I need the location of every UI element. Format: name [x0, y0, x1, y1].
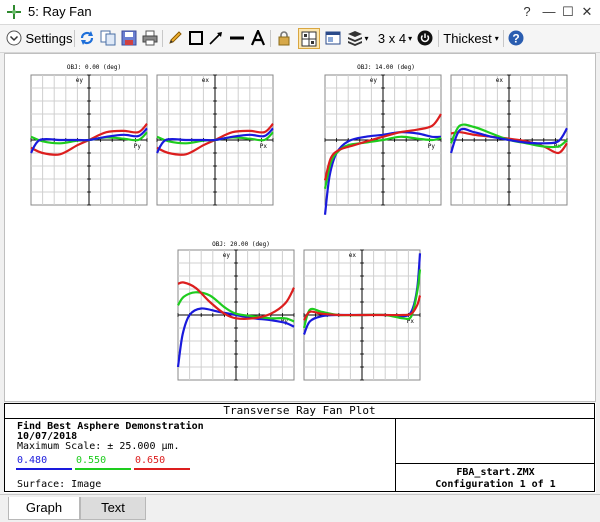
configuration-label: Configuration 1 of 1	[435, 479, 556, 490]
file-name: FBA_start.ZMX	[456, 467, 535, 478]
axis-label-ex: ex	[202, 77, 210, 84]
toolbar-divider	[162, 30, 163, 47]
window-layout-button[interactable]	[324, 28, 342, 48]
window-title: 5: Ray Fan	[28, 4, 92, 19]
wavelength-3-swatch	[134, 468, 190, 470]
dropdown-arrow-icon: ▾	[408, 33, 413, 43]
axis-label-px: Px	[260, 143, 268, 150]
ray-fan-chart-14-tangential: ey Py	[323, 74, 442, 215]
arrow-icon	[209, 32, 222, 45]
power-icon	[417, 30, 433, 46]
copy-icon	[100, 30, 116, 46]
axis-label-py: Py	[134, 143, 142, 150]
field-label-20: OBJ: 20.00 (deg)	[212, 241, 270, 248]
info-table: Transverse Ray Fan Plot Find Best Aspher…	[4, 403, 596, 493]
line-tool-button[interactable]	[228, 28, 246, 48]
print-button[interactable]	[141, 28, 159, 48]
settings-button[interactable]: Settings	[25, 28, 73, 48]
rectangle-icon	[189, 31, 203, 45]
table-divider	[395, 463, 595, 464]
refresh-icon	[80, 31, 94, 45]
tab-graph-label: Graph	[25, 500, 63, 515]
refresh-button[interactable]	[78, 28, 96, 48]
plot-type-heading: Transverse Ray Fan Plot	[4, 403, 595, 419]
help-window-button[interactable]: ?	[519, 4, 535, 20]
surface-label: Surface: Image	[17, 479, 102, 490]
rectangle-tool-button[interactable]	[187, 28, 205, 48]
ray-fan-plots: OBJ: 0.00 (deg) OBJ: 14.00 (deg) OBJ: 20…	[30, 64, 568, 381]
grid-layout-button[interactable]	[298, 28, 320, 49]
help-icon: ?	[508, 30, 524, 46]
layout-label: 3 x 4	[377, 30, 407, 46]
save-icon	[121, 30, 137, 46]
axis-label-ex: ex	[349, 252, 357, 259]
dropdown-arrow-icon: ▾	[494, 33, 499, 43]
view-tabs: Graph Text	[0, 494, 600, 522]
line-icon	[230, 36, 244, 40]
window-layout-icon	[325, 31, 341, 45]
tab-text-label: Text	[101, 500, 125, 515]
copy-button[interactable]	[99, 28, 117, 48]
max-scale: Maximum Scale: ± 25.000 µm.	[17, 441, 180, 452]
arrow-tool-button[interactable]	[207, 28, 225, 48]
grid-layout-icon	[301, 31, 317, 46]
tab-text[interactable]: Text	[80, 497, 146, 520]
pencil-tool-button[interactable]	[166, 28, 184, 48]
pencil-icon	[169, 31, 182, 44]
save-button[interactable]	[120, 28, 138, 48]
dropdown-arrow-icon: ▾	[364, 33, 369, 43]
help-button[interactable]: ?	[507, 28, 525, 48]
axis-label-ey: ey	[370, 77, 378, 84]
wavelength-2-swatch	[75, 468, 131, 470]
lock-button[interactable]	[275, 28, 293, 48]
power-button[interactable]	[416, 28, 434, 48]
printer-icon	[142, 30, 158, 46]
line-thickness-label: Thickest	[443, 30, 492, 46]
axis-label-py: Py	[428, 143, 436, 150]
toolbar-divider	[503, 30, 504, 47]
layout-dropdown[interactable]: 3 x 4 ▾	[374, 28, 416, 48]
maximize-button[interactable]: ☐	[560, 4, 576, 20]
tab-graph[interactable]: Graph	[8, 497, 80, 520]
toolbar: Settings ▾ 3 x 4 ▾ Thickest ▾ ?	[0, 25, 600, 53]
axis-label-ey: ey	[76, 77, 84, 84]
field-label-0: OBJ: 0.00 (deg)	[67, 64, 121, 71]
ray-fan-chart-14-sagittal: exPx	[449, 74, 568, 206]
ray-fan-plot-area: OBJ: 0.00 (deg) OBJ: 14.00 (deg) OBJ: 20…	[4, 53, 596, 402]
collapse-settings-button[interactable]	[5, 28, 23, 48]
ray-fan-chart-0-tangential: ey Py	[30, 74, 148, 206]
app-icon	[7, 5, 21, 19]
line-thickness-dropdown[interactable]: Thickest ▾	[442, 28, 500, 48]
title-bar: 5: Ray Fan ? — ☐ ✕	[0, 0, 600, 25]
axis-label-ex: ex	[496, 77, 504, 84]
minimize-button[interactable]: —	[541, 4, 557, 20]
ray-fan-chart-20-sagittal: exPx	[302, 249, 422, 381]
toolbar-divider	[74, 30, 75, 47]
axis-label-ey: ey	[223, 252, 231, 259]
close-button[interactable]: ✕	[579, 4, 595, 20]
wavelength-1-swatch	[16, 468, 72, 470]
wavelength-3: 0.650	[135, 455, 166, 466]
ray-fan-chart-20-tangential: eyPy	[176, 249, 295, 381]
wavelength-1: 0.480	[17, 455, 48, 466]
chevron-down-icon	[6, 30, 22, 46]
field-label-14: OBJ: 14.00 (deg)	[357, 64, 415, 71]
wavelength-2: 0.550	[76, 455, 107, 466]
lock-icon	[278, 31, 290, 46]
layers-icon	[348, 31, 363, 46]
settings-label: Settings	[25, 30, 73, 46]
text-tool-button[interactable]	[249, 28, 267, 48]
toolbar-divider	[270, 30, 271, 47]
layers-dropdown[interactable]: ▾	[346, 28, 370, 48]
svg-text:?: ?	[512, 32, 519, 46]
ray-fan-chart-0-sagittal: ex Px	[156, 74, 274, 206]
text-tool-icon	[250, 30, 266, 46]
toolbar-divider	[438, 30, 439, 47]
